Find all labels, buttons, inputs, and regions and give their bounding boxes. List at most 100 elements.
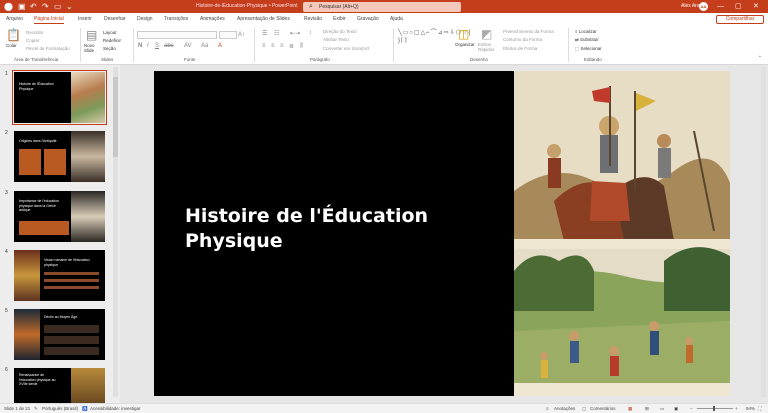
present-icon[interactable]: ▭ <box>54 2 62 11</box>
maximize-icon[interactable]: ▢ <box>735 2 742 11</box>
undo-icon[interactable]: ↶ <box>30 2 37 11</box>
thumbnail-slide-6[interactable]: Renaissance de l'éducation physique au X… <box>14 368 105 403</box>
change-case-icon[interactable]: Aa <box>201 43 208 49</box>
tab-revisao[interactable]: Revisão <box>304 16 322 22</box>
scrollbar-thumb[interactable] <box>113 77 118 157</box>
normal-view-icon[interactable]: ▦ <box>628 406 632 412</box>
ribbon: 📋 Colar Recortar Copiar Pincel de Format… <box>0 25 768 65</box>
tab-gravacao[interactable]: Gravação <box>357 16 379 22</box>
tab-transicoes[interactable]: Transições <box>164 16 188 22</box>
find-button[interactable]: ⌕ Localizar <box>575 29 597 34</box>
search-box[interactable]: ⌕ Pesquisar (Alt+Q) <box>303 2 461 12</box>
autosave-icon[interactable]: ⬤ <box>4 2 13 11</box>
shape-fill-button[interactable]: Preenchimento da Forma <box>503 29 554 34</box>
notes-button[interactable]: Anotações <box>554 406 575 411</box>
new-slide-icon[interactable]: ▤ <box>86 29 97 41</box>
format-painter-button[interactable]: Pincel de Formatação <box>26 46 70 51</box>
tab-ajuda[interactable]: Ajuda <box>390 16 403 22</box>
collapse-ribbon-icon[interactable]: ⌃ <box>758 55 762 61</box>
cut-button[interactable]: Recortar <box>26 30 43 35</box>
strikethrough-icon[interactable]: abc <box>164 43 174 49</box>
zoom-level[interactable]: 94% <box>746 406 755 411</box>
close-icon[interactable]: ✕ <box>753 2 759 11</box>
shape-outline-button[interactable]: Contorno da Forma <box>503 37 542 42</box>
indent-icon[interactable]: ⇤⇥ <box>290 30 300 37</box>
thumbnail-slide-2[interactable]: Origines dans l'Antiquité <box>14 131 105 182</box>
comments-icon[interactable]: ▢ <box>582 406 586 412</box>
quick-styles-icon[interactable]: ◩ <box>481 28 492 40</box>
paste-button[interactable]: Colar <box>6 43 17 48</box>
thumbnail-scrollbar[interactable] <box>113 67 118 397</box>
tab-animacoes[interactable]: Animações <box>200 16 225 22</box>
accessibility-status[interactable]: Acessibilidade: investigar <box>90 406 141 411</box>
line-spacing-icon[interactable]: ↕ <box>309 30 312 36</box>
font-size-field[interactable] <box>219 31 237 39</box>
quick-styles-button[interactable]: Estilos Rápidos <box>478 42 500 52</box>
tab-pagina-inicial[interactable]: Página Inicial <box>34 16 64 24</box>
select-button[interactable]: ⬚ Selecionar <box>575 46 602 52</box>
zoom-in-icon[interactable]: + <box>735 406 738 411</box>
italic-icon[interactable]: I <box>147 43 149 49</box>
tab-design[interactable]: Design <box>137 16 153 22</box>
redo-icon[interactable]: ↷ <box>42 2 49 11</box>
accessibility-icon[interactable]: ♿ <box>82 406 88 412</box>
smartart-button[interactable]: Converter em SmartArt <box>323 46 369 51</box>
align-right-icon[interactable]: ≡ <box>280 43 284 49</box>
shapes-gallery[interactable]: ╲▭○▢△⌐⌒⊿⇨⇩⬠☆{ }⌈⌉ <box>398 29 470 53</box>
font-name-field[interactable] <box>137 31 217 39</box>
underline-icon[interactable]: S <box>155 43 159 49</box>
font-color-icon[interactable]: A <box>218 43 222 49</box>
slide-scrollbar[interactable] <box>761 67 766 397</box>
grow-font-icon[interactable]: A↑ <box>238 32 245 38</box>
customize-icon[interactable]: ⌄ <box>66 2 73 11</box>
slide-sorter-icon[interactable]: ⊞ <box>645 406 649 412</box>
share-button[interactable]: Compartilhar <box>716 15 764 24</box>
new-slide-button[interactable]: Novo Slide <box>84 43 100 53</box>
tab-desenhar[interactable]: Desenhar <box>104 16 126 22</box>
justify-icon[interactable]: ≣ <box>289 43 294 50</box>
thumbnail-slide-4[interactable]: Vision romaine de l'éducation physique <box>14 250 105 301</box>
paste-icon[interactable]: 📋 <box>6 29 21 41</box>
bold-icon[interactable]: N <box>138 43 142 49</box>
fit-to-window-icon[interactable]: ⛶ <box>758 406 761 411</box>
thumbnail-slide-5[interactable]: Déclin au Moyen Âge <box>14 309 105 360</box>
slideshow-icon[interactable]: ▣ <box>674 406 678 412</box>
shape-effects-button[interactable]: Efeitos de Forma <box>503 46 537 51</box>
align-left-icon[interactable]: ≡ <box>262 43 266 49</box>
thumbnail-slide-1[interactable]: Histoire de l'Éducation Physique <box>12 70 107 125</box>
align-center-icon[interactable]: ≡ <box>271 43 275 49</box>
spacing-icon[interactable]: AV <box>184 43 192 49</box>
tab-arquivo[interactable]: Arquivo <box>6 16 23 22</box>
align-text-button[interactable]: Alinhar Texto <box>323 37 349 42</box>
zoom-out-icon[interactable]: − <box>690 406 693 411</box>
reading-view-icon[interactable]: ▭ <box>660 406 664 412</box>
minimize-icon[interactable]: — <box>717 2 724 11</box>
slide-canvas[interactable]: Histoire de l'Éducation Physique <box>154 71 730 396</box>
text-direction-button[interactable]: Direção do Texto <box>323 29 357 34</box>
zoom-slider[interactable] <box>697 408 733 409</box>
arrange-icon[interactable]: ◫ <box>458 28 469 40</box>
tab-apresentacao[interactable]: Apresentação de Slides <box>237 16 290 22</box>
save-icon[interactable]: ▣ <box>18 2 26 11</box>
group-separator <box>133 28 134 62</box>
thumbnail-slide-3[interactable]: Importance de l'éducation physique dans … <box>14 191 105 242</box>
slide-title[interactable]: Histoire de l'Éducation Physique <box>185 204 485 254</box>
slide-illustration[interactable] <box>514 71 730 396</box>
notes-icon[interactable]: ≡ <box>546 406 549 411</box>
comments-button[interactable]: Comentários <box>590 406 616 411</box>
section-button[interactable]: Seção <box>103 46 116 51</box>
tab-inserir[interactable]: Inserir <box>78 16 92 22</box>
numbering-icon[interactable]: ☷ <box>274 30 279 37</box>
layout-button[interactable]: Layout <box>103 30 117 35</box>
arrange-button[interactable]: Organizar <box>455 42 475 47</box>
language-status[interactable]: Português (Brasil) <box>42 406 78 411</box>
bullets-icon[interactable]: ☰ <box>262 30 267 37</box>
zoom-slider-thumb[interactable] <box>713 406 715 411</box>
reset-button[interactable]: Redefinir <box>103 38 121 43</box>
spellcheck-icon[interactable]: ✎ <box>34 406 38 412</box>
columns-icon[interactable]: ⫼ <box>300 43 303 50</box>
copy-button[interactable]: Copiar <box>26 38 39 43</box>
avatar[interactable]: AA <box>699 2 708 11</box>
tab-exibir[interactable]: Exibir <box>333 16 346 22</box>
replace-button[interactable]: ⇄ Substituir <box>575 37 599 43</box>
